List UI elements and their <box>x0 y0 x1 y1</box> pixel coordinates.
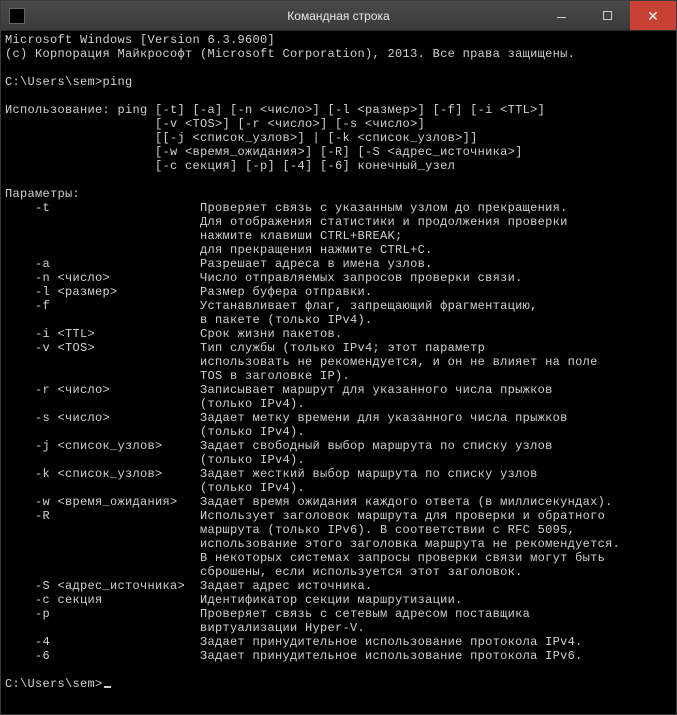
minimize-icon <box>557 17 566 18</box>
window-title: Командная строка <box>287 9 389 23</box>
minimize-button[interactable] <box>538 1 584 30</box>
maximize-button[interactable] <box>584 1 630 30</box>
titlebar[interactable]: Командная строка ✕ <box>1 1 676 31</box>
app-icon <box>9 8 25 24</box>
command-prompt-window: Командная строка ✕ Microsoft Windows [Ve… <box>0 0 677 715</box>
window-controls: ✕ <box>538 1 676 30</box>
cursor <box>104 686 111 688</box>
close-button[interactable]: ✕ <box>630 1 676 30</box>
maximize-icon <box>603 11 612 20</box>
close-icon: ✕ <box>647 9 659 23</box>
terminal-output[interactable]: Microsoft Windows [Version 6.3.9600] (c)… <box>1 31 676 714</box>
